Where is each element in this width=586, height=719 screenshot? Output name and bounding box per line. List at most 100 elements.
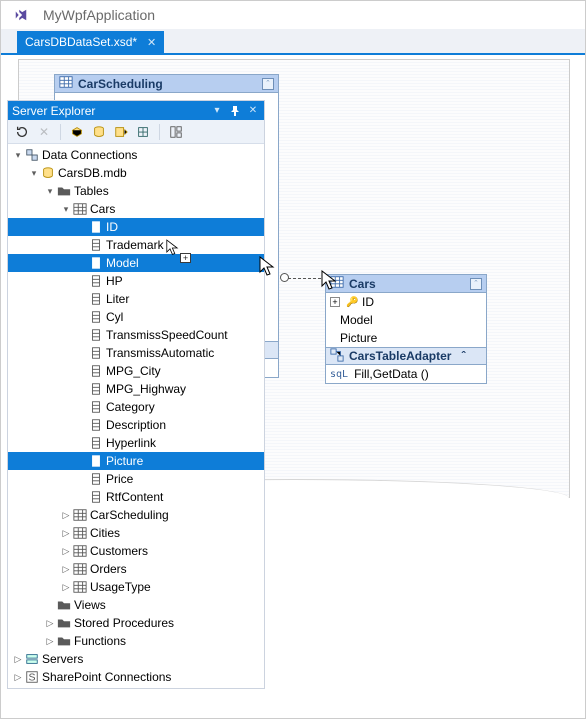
tree-col-id[interactable]: ID <box>8 218 264 236</box>
column-icon <box>88 400 104 414</box>
toolbar-btn-last[interactable] <box>166 122 186 142</box>
folder-icon <box>56 616 72 630</box>
tree-col-mpgh[interactable]: MPG_Highway <box>8 380 264 398</box>
folder-icon <box>56 634 72 648</box>
tree-node-usagetype[interactable]: ▷UsageType <box>8 578 264 596</box>
tree-col-tsc[interactable]: TransmissSpeedCount <box>8 326 264 344</box>
adapter-method[interactable]: sqL Fill,GetData () <box>326 365 486 383</box>
tab-bar: CarsDBDataSet.xsd* ✕ <box>1 29 585 55</box>
tree-node-cities[interactable]: ▷Cities <box>8 524 264 542</box>
tree-col-trademark[interactable]: Trademark <box>8 236 264 254</box>
collapse-icon[interactable]: ˆ <box>461 349 465 363</box>
column-icon <box>88 328 104 342</box>
tree-col-desc[interactable]: Description <box>8 416 264 434</box>
tree-col-category[interactable]: Category <box>8 398 264 416</box>
column-icon <box>88 238 104 252</box>
toolbar-connect3-button[interactable] <box>111 122 131 142</box>
tree-col-rtf[interactable]: RtfContent <box>8 488 264 506</box>
tree-node-carsdb[interactable]: ▾ CarsDB.mdb <box>8 164 264 182</box>
tree-node-orders[interactable]: ▷Orders <box>8 560 264 578</box>
toolbar-connect1-button[interactable] <box>67 122 87 142</box>
tree-node-sprocs[interactable]: ▷Stored Procedures <box>8 614 264 632</box>
tree-node-cars[interactable]: ▾ Cars <box>8 200 264 218</box>
toolbar-stop-button: ✕ <box>34 122 54 142</box>
server-explorer-panel: Server Explorer ▾ ✕ ✕ <box>7 100 265 689</box>
column-icon <box>88 472 104 486</box>
tree-col-mpgc[interactable]: MPG_City <box>8 362 264 380</box>
tree-col-liter[interactable]: Liter <box>8 290 264 308</box>
tree-node-functions[interactable]: ▷Functions <box>8 632 264 650</box>
panel-menu-icon[interactable]: ▾ <box>210 104 224 118</box>
designer-box-header[interactable]: CarScheduling ˆ <box>55 75 278 93</box>
tree-col-ta[interactable]: TransmissAutomatic <box>8 344 264 362</box>
adapter-header[interactable]: CarsTableAdapter ˆ <box>326 347 486 365</box>
panel-pin-icon[interactable] <box>228 104 242 118</box>
tree-node-customers[interactable]: ▷Customers <box>8 542 264 560</box>
toolbar-connect2-button[interactable] <box>89 122 109 142</box>
column-icon <box>88 436 104 450</box>
expand-icon[interactable]: + <box>330 297 340 307</box>
data-connections-icon <box>24 148 40 162</box>
column-icon <box>88 256 104 270</box>
collapse-icon[interactable]: ˆ <box>470 278 482 290</box>
vs-logo-wrap <box>9 4 33 26</box>
tree-col-picture[interactable]: Picture <box>8 452 264 470</box>
toolbar-connect4-button[interactable] <box>133 122 153 142</box>
tab-carsdbdataset[interactable]: CarsDBDataSet.xsd* ✕ <box>17 31 164 53</box>
tree-node-servers[interactable]: ▷Servers <box>8 650 264 668</box>
drag-origin-handle <box>280 273 289 282</box>
tree-col-hp[interactable]: HP <box>8 272 264 290</box>
designer-col-id[interactable]: + 🔑 ID <box>326 293 486 311</box>
tab-close-icon[interactable]: ✕ <box>147 36 156 49</box>
app-titlebar: MyWpfApplication <box>1 1 585 29</box>
column-icon <box>88 346 104 360</box>
cursor-copy-hint-icon: + <box>180 253 191 263</box>
tree-col-model[interactable]: Model <box>8 254 264 272</box>
grid-icon <box>330 275 344 292</box>
table-icon <box>72 508 88 522</box>
tree-node-views[interactable]: Views <box>8 596 264 614</box>
table-icon <box>72 544 88 558</box>
server-icon <box>24 652 40 666</box>
column-icon <box>88 292 104 306</box>
tree-node-sharepoint[interactable]: ▷SSharePoint Connections <box>8 668 264 686</box>
app-title: MyWpfApplication <box>43 7 155 23</box>
tree-col-price[interactable]: Price <box>8 470 264 488</box>
tree-col-cyl[interactable]: Cyl <box>8 308 264 326</box>
column-icon <box>88 490 104 504</box>
tree-node-carscheduling[interactable]: ▷CarScheduling <box>8 506 264 524</box>
key-icon: 🔑 <box>346 297 356 308</box>
column-icon <box>88 454 104 468</box>
designer-box-header[interactable]: Cars ˆ <box>326 275 486 293</box>
collapse-icon[interactable]: ˆ <box>262 78 274 90</box>
svg-text:S: S <box>29 672 36 684</box>
designer-box-cars[interactable]: Cars ˆ + 🔑 ID Model Picture CarsTableAda… <box>325 274 487 384</box>
vs-logo-icon <box>12 6 30 24</box>
db-icon <box>40 166 56 180</box>
table-icon <box>72 202 88 216</box>
grid-icon <box>59 75 73 92</box>
table-icon <box>72 562 88 576</box>
table-icon <box>72 580 88 594</box>
tree-col-hyperlink[interactable]: Hyperlink <box>8 434 264 452</box>
panel-titlebar[interactable]: Server Explorer ▾ ✕ <box>8 101 264 120</box>
column-icon <box>88 382 104 396</box>
column-icon <box>88 364 104 378</box>
column-icon <box>88 274 104 288</box>
tree-node-data-connections[interactable]: ▾ Data Connections <box>8 146 264 164</box>
toolbar-refresh-button[interactable] <box>12 122 32 142</box>
panel-title: Server Explorer <box>12 104 95 118</box>
tree-node-tables[interactable]: ▾ Tables <box>8 182 264 200</box>
folder-icon <box>56 598 72 612</box>
adapter-icon <box>330 348 344 365</box>
tree[interactable]: ▾ Data Connections ▾ CarsDB.mdb ▾ Tables… <box>8 144 264 688</box>
table-icon <box>72 526 88 540</box>
panel-close-icon[interactable]: ✕ <box>246 104 260 118</box>
designer-col-picture[interactable]: Picture <box>326 329 486 347</box>
designer-col-model[interactable]: Model <box>326 311 486 329</box>
column-icon <box>88 418 104 432</box>
sharepoint-icon: S <box>24 670 40 684</box>
drag-link-line <box>283 278 326 279</box>
tab-label: CarsDBDataSet.xsd* <box>25 35 137 49</box>
folder-icon <box>56 184 72 198</box>
